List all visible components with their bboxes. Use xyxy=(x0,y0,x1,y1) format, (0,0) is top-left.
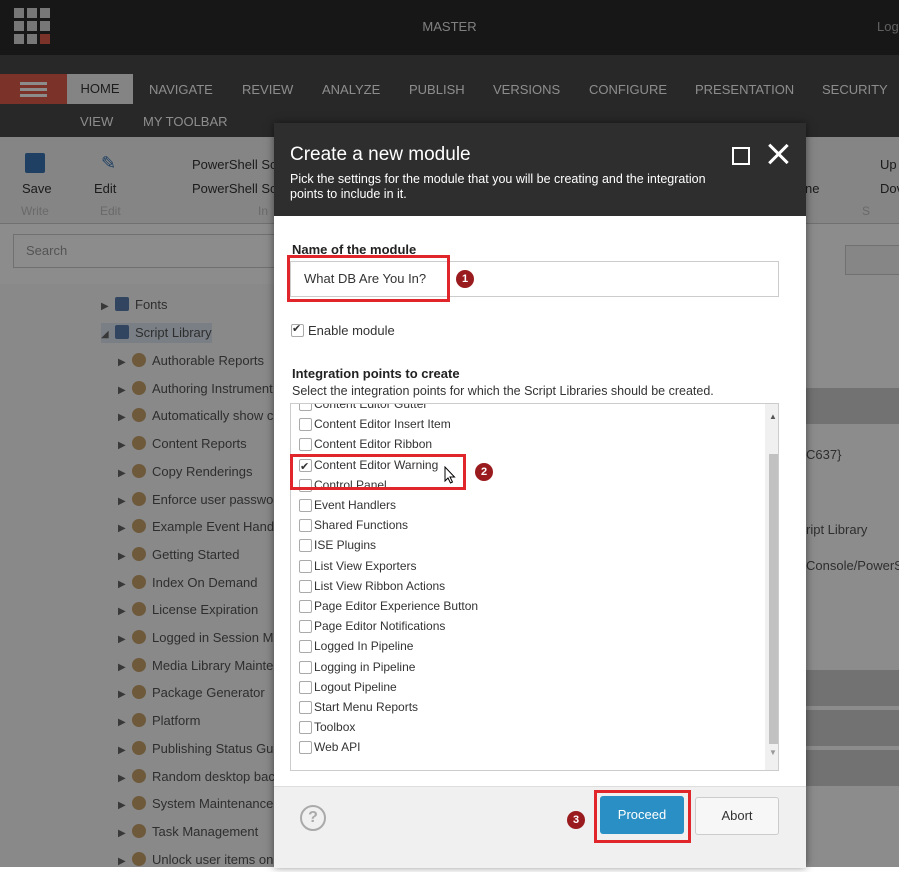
integration-point-label: List View Ribbon Actions xyxy=(314,578,446,593)
enable-module-label: Enable module xyxy=(308,323,395,338)
dialog-title: Create a new module xyxy=(290,144,471,165)
integration-point-item[interactable]: Logging in Pipeline xyxy=(291,657,761,677)
integration-point-checkbox[interactable] xyxy=(299,499,312,512)
integration-points-label: Integration points to create xyxy=(292,366,460,381)
scroll-down-icon[interactable]: ▼ xyxy=(769,748,777,757)
integration-point-checkbox[interactable] xyxy=(299,438,312,452)
integration-point-label: Content Editor Ribbon xyxy=(314,437,433,452)
integration-point-label: ISE Plugins xyxy=(314,538,377,553)
integration-point-label: Web API xyxy=(314,740,361,755)
integration-point-item[interactable]: Logged In Pipeline xyxy=(291,636,761,656)
dialog-header xyxy=(274,123,806,216)
integration-point-checkbox[interactable] xyxy=(299,640,312,654)
integration-point-checkbox[interactable] xyxy=(299,539,312,553)
integration-point-item[interactable]: Content Editor Gutter xyxy=(291,403,761,414)
integration-points-description: Select the integration points for which … xyxy=(292,384,714,398)
integration-point-item[interactable]: List View Exporters xyxy=(291,556,761,576)
integration-point-checkbox[interactable] xyxy=(299,418,312,432)
list-scrollbar-thumb[interactable] xyxy=(769,454,778,744)
integration-point-item[interactable]: Event Handlers xyxy=(291,495,761,515)
integration-point-item[interactable]: ISE Plugins xyxy=(291,535,761,555)
integration-point-item[interactable]: Shared Functions xyxy=(291,515,761,535)
mouse-cursor-icon xyxy=(444,466,456,484)
integration-point-checkbox[interactable] xyxy=(299,559,312,573)
integration-point-item[interactable]: Content Editor Ribbon xyxy=(291,434,761,454)
dialog-subtitle: Pick the settings for the module that yo… xyxy=(290,172,706,201)
integration-point-checkbox[interactable] xyxy=(299,620,312,634)
integration-point-label: Content Editor Gutter xyxy=(314,403,428,411)
integration-point-checkbox[interactable] xyxy=(299,579,312,593)
integration-point-checkbox[interactable] xyxy=(299,519,312,533)
integration-point-checkbox[interactable] xyxy=(299,680,312,694)
integration-point-item[interactable]: Logout Pipeline xyxy=(291,677,761,697)
integration-point-item[interactable]: Toolbox xyxy=(291,717,761,737)
integration-point-checkbox[interactable] xyxy=(299,701,312,714)
annotation-badge-3: 3 xyxy=(567,811,585,829)
help-icon[interactable]: ? xyxy=(300,805,326,831)
integration-point-label: Toolbox xyxy=(314,720,356,735)
integration-point-label: Shared Functions xyxy=(314,518,409,533)
maximize-icon[interactable] xyxy=(732,147,750,165)
integration-point-checkbox[interactable] xyxy=(299,600,312,613)
integration-point-label: List View Exporters xyxy=(314,558,417,573)
integration-point-checkbox[interactable] xyxy=(299,741,312,755)
integration-point-label: Start Menu Reports xyxy=(314,700,419,714)
annotation-badge-1: 1 xyxy=(456,270,474,288)
integration-point-label: Logged In Pipeline xyxy=(314,639,414,654)
integration-point-label: Logging in Pipeline xyxy=(314,659,416,674)
enable-module-checkbox[interactable] xyxy=(291,322,304,337)
integration-point-label: Event Handlers xyxy=(314,498,397,512)
annotation-badge-2: 2 xyxy=(475,463,493,481)
close-icon[interactable] xyxy=(767,143,789,165)
integration-point-item[interactable]: Page Editor Experience Button xyxy=(291,596,761,616)
integration-point-item[interactable]: Web API xyxy=(291,737,761,757)
integration-point-label: Logout Pipeline xyxy=(314,679,397,694)
annotation-box-1 xyxy=(287,255,450,302)
integration-point-item[interactable]: Page Editor Notifications xyxy=(291,616,761,636)
integration-point-checkbox[interactable] xyxy=(299,404,312,411)
scroll-up-icon[interactable]: ▲ xyxy=(769,412,777,421)
integration-point-checkbox[interactable] xyxy=(299,721,312,735)
integration-point-checkbox[interactable] xyxy=(299,660,312,674)
integration-point-label: Content Editor Insert Item xyxy=(314,417,451,432)
integration-point-item[interactable]: List View Ribbon Actions xyxy=(291,576,761,596)
create-module-dialog: Create a new module Pick the settings fo… xyxy=(274,123,806,868)
integration-point-label: Page Editor Notifications xyxy=(314,619,446,634)
annotation-box-2 xyxy=(290,454,466,490)
abort-button[interactable]: Abort xyxy=(695,797,779,835)
integration-point-item[interactable]: Start Menu Reports xyxy=(291,697,761,717)
integration-point-label: Page Editor Experience Button xyxy=(314,599,479,613)
annotation-box-3 xyxy=(594,790,691,843)
integration-point-item[interactable]: Content Editor Insert Item xyxy=(291,414,761,434)
